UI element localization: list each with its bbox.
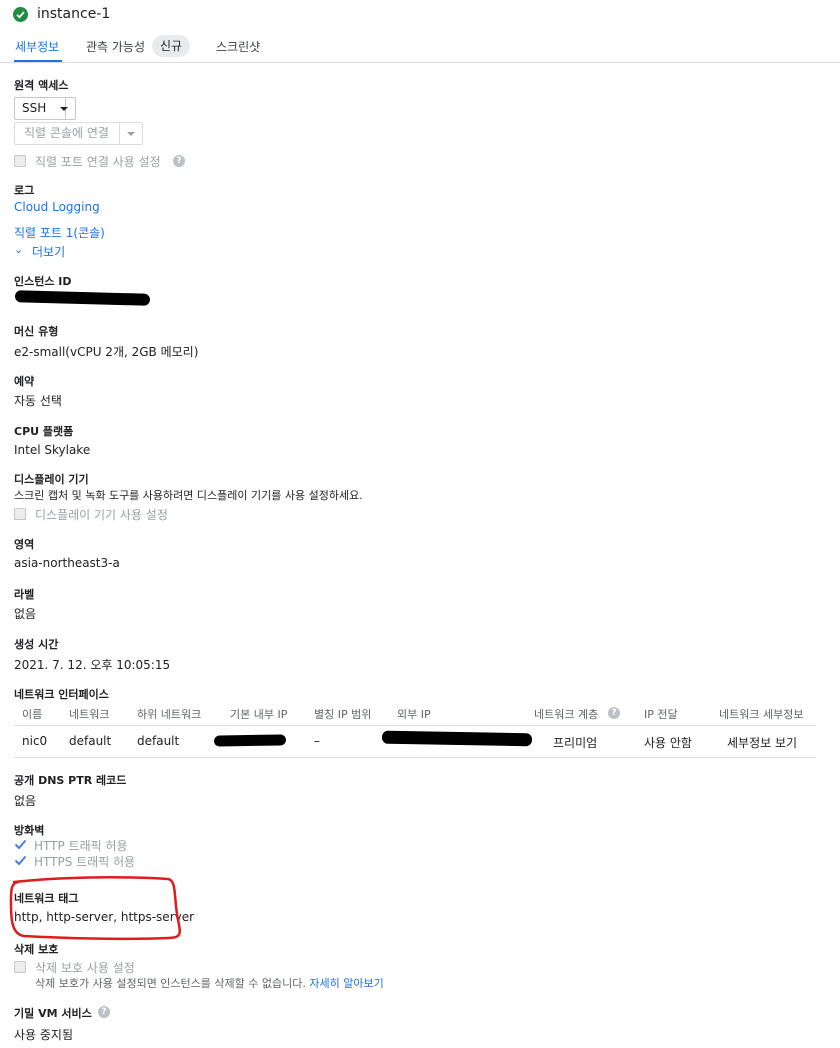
chevron-down-icon[interactable] — [60, 107, 68, 111]
red-annotation-outline — [9, 876, 181, 941]
instance-id-label: 인스턴스 ID — [14, 275, 72, 288]
dns-ptr-label: 공개 DNS PTR 레코드 — [14, 774, 127, 787]
http-traffic-checkbox[interactable] — [14, 838, 27, 850]
column-header: 네트워크 세부정보 — [719, 708, 804, 721]
zone-label: 영역 — [14, 538, 35, 551]
ip-forwarding-cell: 사용 안함 — [644, 736, 692, 750]
tab-observability[interactable]: 관측 가능성 — [86, 38, 145, 55]
tab-screenshot[interactable]: 스크린샷 — [216, 38, 260, 55]
machine-type-label: 머신 유형 — [14, 325, 59, 338]
serial-port-checkbox[interactable] — [14, 155, 26, 167]
ssh-button-label: SSH — [22, 101, 47, 115]
help-icon[interactable]: ? — [98, 1006, 110, 1018]
creation-time-label: 생성 시간 — [14, 638, 59, 651]
reservation-value: 자동 선택 — [14, 394, 62, 408]
chevron-down-icon[interactable] — [127, 132, 135, 136]
network-interfaces-label: 네트워크 인터페이스 — [14, 688, 109, 701]
table-row-divider — [14, 757, 816, 758]
checkmark-icon — [14, 839, 27, 850]
deletion-protection-description: 삭제 보호가 사용 설정되면 인스턴스를 삭제할 수 없습니다. 자세히 알아보… — [35, 975, 384, 991]
https-traffic-checkbox[interactable] — [14, 854, 27, 866]
tabs-divider — [0, 62, 840, 63]
confidential-vm-value: 사용 중지됨 — [14, 1028, 74, 1042]
nic-name-cell: nic0 — [22, 734, 48, 748]
view-details-link[interactable]: 세부정보 보기 — [727, 734, 797, 751]
column-header: 하위 네트워크 — [137, 708, 202, 721]
column-header: 이름 — [22, 708, 43, 721]
deletion-protection-checkbox[interactable] — [14, 961, 26, 973]
serial-port-checkbox-label: 직렬 포트 연결 사용 설정 — [35, 155, 161, 169]
deletion-protection-checkbox-label: 삭제 보호 사용 설정 — [35, 961, 135, 975]
column-header: 네트워크 계층 — [534, 708, 599, 721]
table-header-divider — [14, 725, 816, 726]
redaction-mark — [213, 734, 287, 747]
new-badge: 신규 — [152, 35, 191, 57]
labels-value: 없음 — [14, 607, 37, 621]
http-traffic-label: HTTP 트래픽 허용 — [34, 839, 128, 853]
cpu-platform-value: Intel Skylake — [14, 443, 91, 457]
checkmark-icon — [14, 855, 27, 866]
deletion-protection-description-text: 삭제 보호가 사용 설정되면 인스턴스를 삭제할 수 없습니다. — [35, 977, 306, 990]
serial-console-label: 직렬 콘솔에 연결 — [24, 126, 109, 140]
alias-ip-cell: – — [314, 734, 320, 748]
reservation-label: 예약 — [14, 375, 35, 388]
logs-label: 로그 — [14, 184, 35, 197]
subnetwork-cell: default — [137, 734, 180, 748]
machine-type-value: e2-small(vCPU 2개, 2GB 메모리) — [14, 345, 199, 359]
display-device-checkbox[interactable] — [14, 508, 26, 520]
https-traffic-label: HTTPS 트래픽 허용 — [34, 855, 136, 869]
column-header: IP 전달 — [644, 708, 678, 721]
running-status-icon — [13, 7, 28, 22]
learn-more-link[interactable]: 자세히 알아보기 — [309, 977, 383, 990]
button-divider — [119, 123, 120, 144]
labels-label: 라벨 — [14, 588, 35, 601]
network-cell: default — [69, 734, 112, 748]
redaction-mark — [381, 730, 533, 747]
confidential-vm-label: 기밀 VM 서비스 — [14, 1007, 92, 1020]
serial-port-link[interactable]: 직렬 포트 1(콘솔) — [14, 224, 105, 241]
cloud-logging-link[interactable]: Cloud Logging — [14, 200, 100, 214]
more-link[interactable]: 더보기 — [32, 243, 65, 260]
zone-value: asia-northeast3-a — [14, 556, 120, 570]
expand-more-icon[interactable]: ⌄ — [14, 243, 23, 256]
tab-details[interactable]: 세부정보 — [15, 38, 59, 55]
instance-title: instance-1 — [37, 6, 111, 22]
redaction-mark — [14, 290, 151, 306]
serial-console-button[interactable]: 직렬 콘솔에 연결 — [14, 122, 143, 145]
ssh-button[interactable]: SSH — [14, 97, 76, 120]
help-icon[interactable]: ? — [173, 155, 185, 167]
deletion-protection-label: 삭제 보호 — [14, 943, 59, 956]
help-icon[interactable]: ? — [608, 707, 620, 719]
remote-access-label: 원격 액세스 — [14, 79, 69, 92]
display-device-description: 스크린 캡처 및 녹화 도구를 사용하려면 디스플레이 기기를 사용 설정하세요… — [14, 489, 363, 502]
firewall-label: 방화벽 — [14, 824, 45, 837]
display-device-checkbox-label: 디스플레이 기기 사용 설정 — [35, 508, 168, 522]
cpu-platform-label: CPU 플랫폼 — [14, 425, 74, 438]
column-header: 네트워크 — [69, 708, 110, 721]
display-device-label: 디스플레이 기기 — [14, 473, 89, 486]
column-header: 별칭 IP 범위 — [314, 708, 372, 721]
column-header: 외부 IP — [397, 708, 431, 721]
dns-ptr-value: 없음 — [14, 794, 37, 808]
creation-time-value: 2021. 7. 12. 오후 10:05:15 — [14, 658, 171, 672]
network-tier-cell: 프리미엄 — [553, 736, 598, 750]
column-header: 기본 내부 IP — [230, 708, 288, 721]
